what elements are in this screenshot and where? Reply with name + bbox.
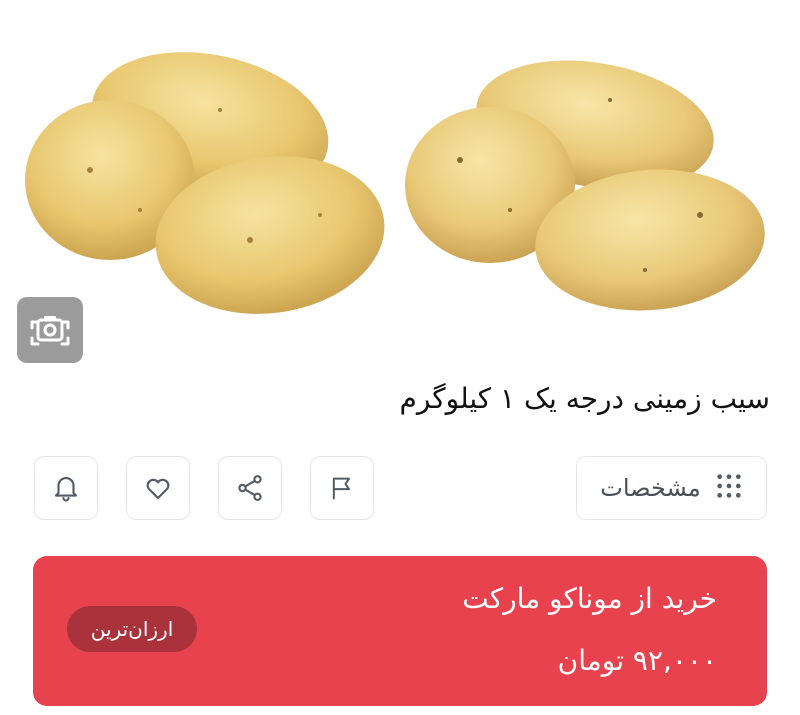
product-image-secondary[interactable] — [20, 30, 390, 320]
product-title: سیب زمینی درجه یک ۱ کیلوگرم — [399, 382, 770, 415]
product-image-main[interactable] — [400, 40, 780, 330]
heart-icon — [146, 478, 170, 500]
specifications-label: مشخصات — [600, 474, 701, 502]
seller-title: خرید از موناکو مارکت — [462, 582, 717, 615]
grid-dots-icon — [715, 472, 743, 504]
price: ۹۲,۰۰۰ تومان — [557, 644, 717, 677]
notify-button[interactable] — [34, 456, 98, 520]
report-button[interactable] — [310, 456, 374, 520]
buy-from-seller-card[interactable]: خرید از موناکو مارکت ۹۲,۰۰۰ تومان ارزان‌… — [33, 556, 767, 706]
product-gallery[interactable] — [0, 0, 800, 370]
share-button[interactable] — [218, 456, 282, 520]
bell-icon — [54, 477, 78, 502]
flag-icon — [332, 477, 350, 500]
camera-icon — [30, 316, 70, 346]
specifications-button[interactable]: مشخصات — [576, 456, 767, 520]
cheapest-badge: ارزان‌ترین — [67, 606, 197, 652]
share-icon — [238, 475, 262, 501]
image-search-button[interactable] — [17, 297, 83, 363]
favorite-button[interactable] — [126, 456, 190, 520]
product-actions: مشخصات — [0, 456, 800, 522]
